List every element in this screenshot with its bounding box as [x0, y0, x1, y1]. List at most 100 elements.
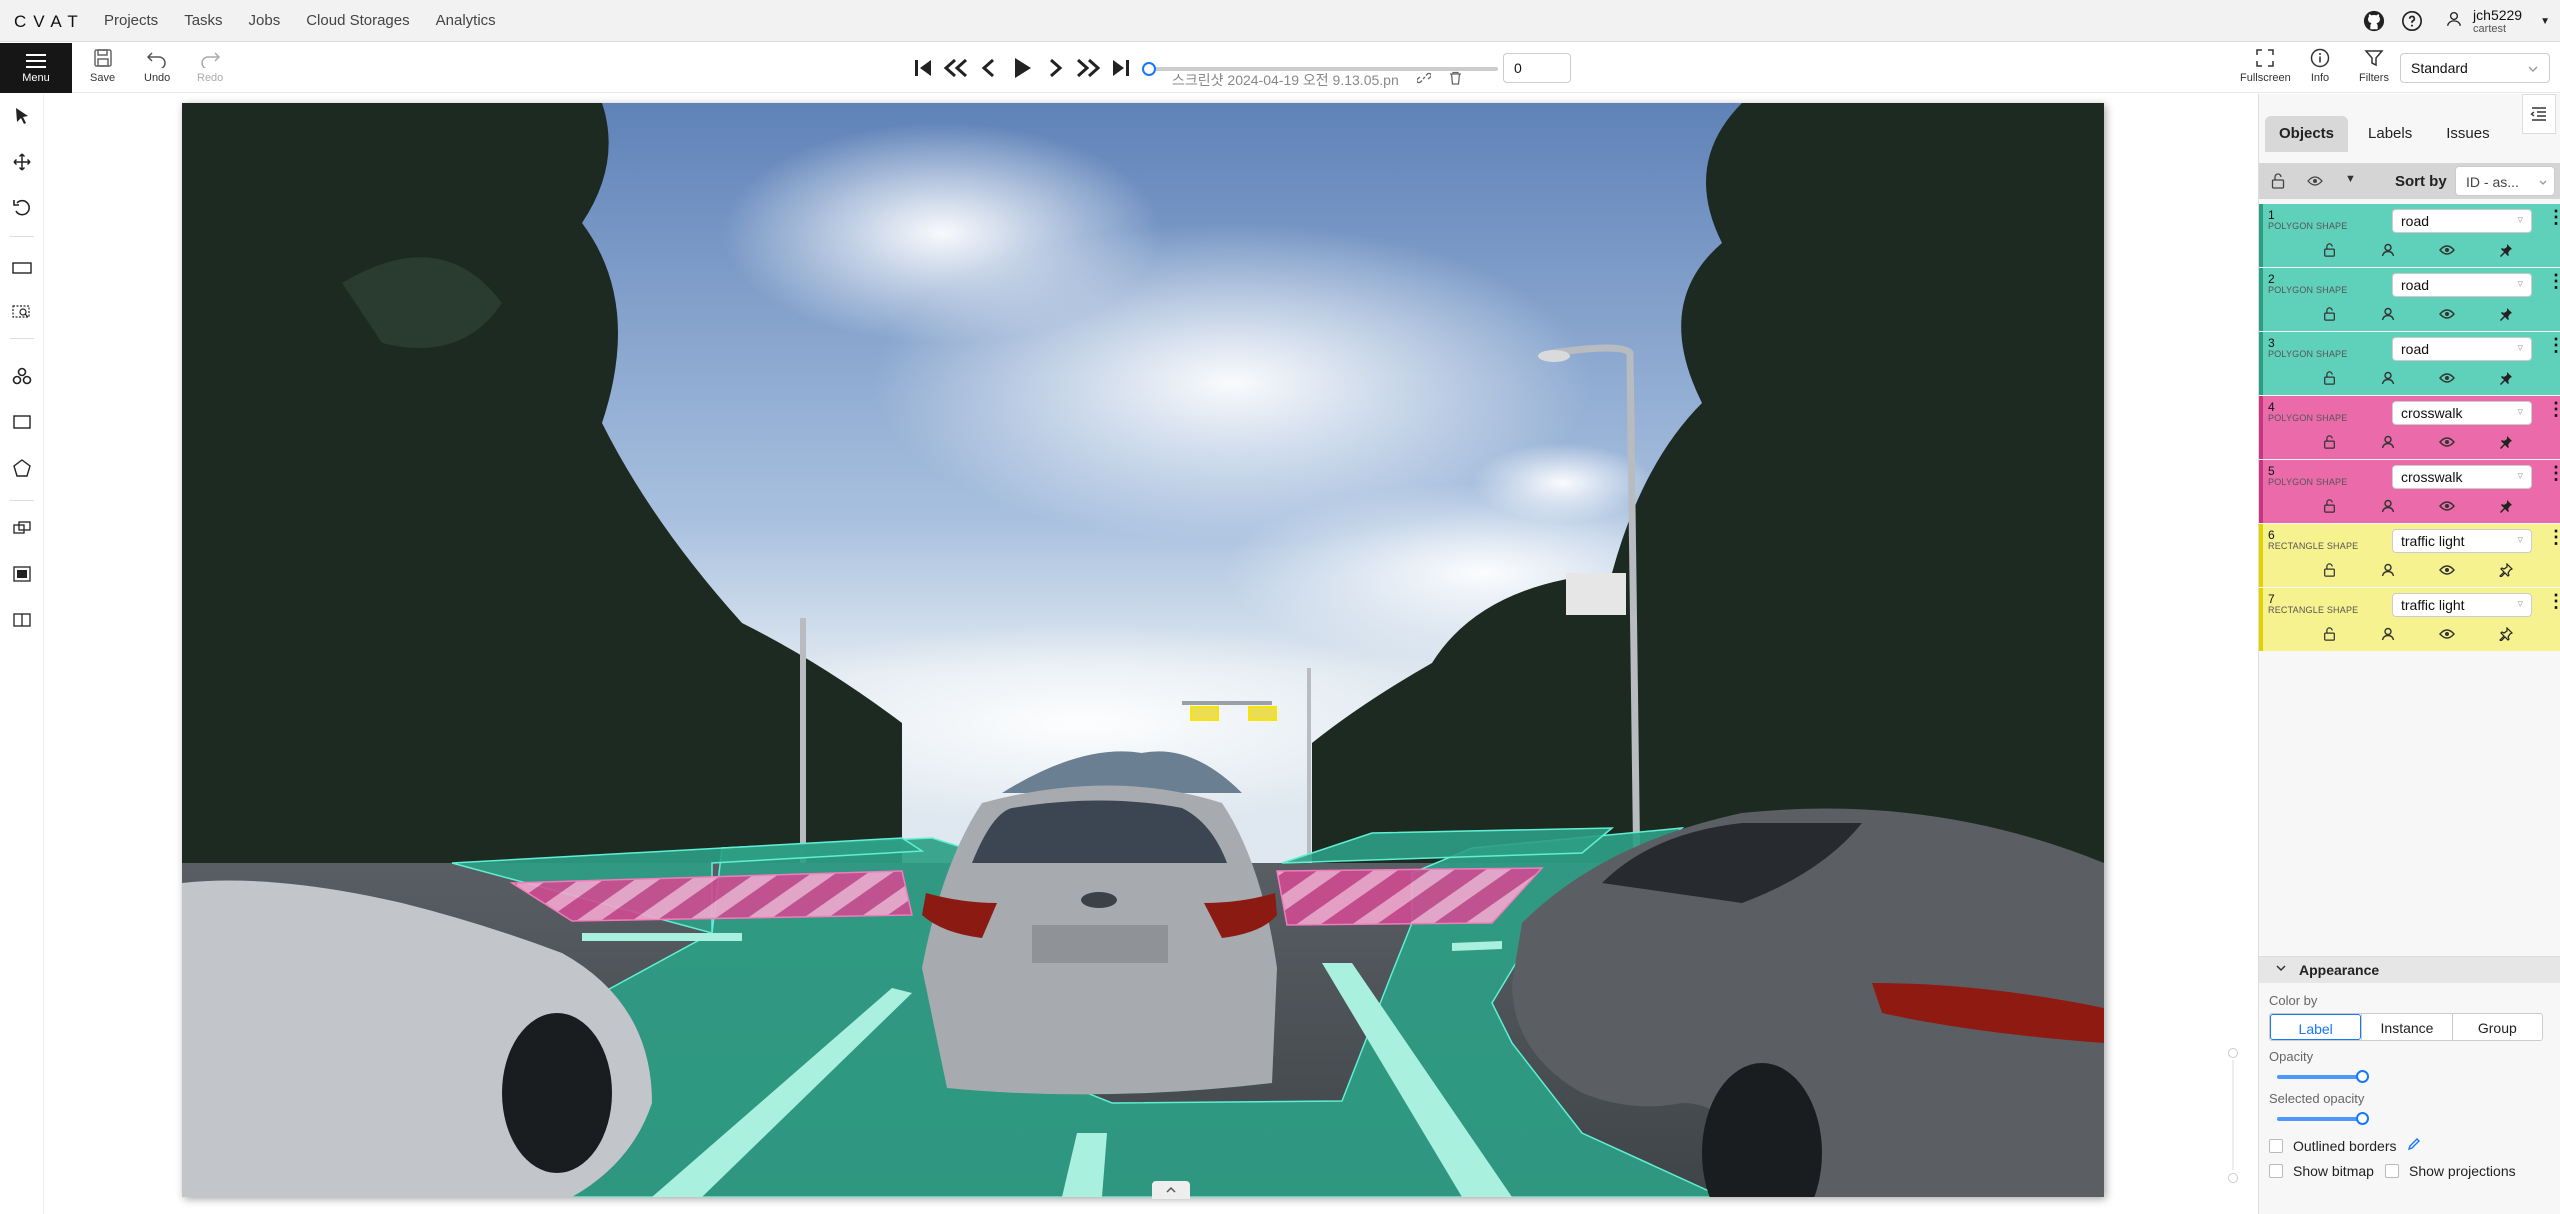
last-frame-button[interactable]	[1106, 53, 1136, 83]
object-label-select[interactable]: traffic light ▿	[2392, 593, 2532, 617]
lock-icon[interactable]	[2321, 434, 2337, 450]
more-vertical-icon[interactable]: ⋮	[2547, 272, 2560, 290]
eye-icon[interactable]	[2439, 306, 2455, 322]
occluded-user-icon[interactable]	[2380, 626, 2396, 642]
nav-projects[interactable]: Projects	[104, 12, 158, 29]
selected-opacity-slider[interactable]	[2277, 1112, 2369, 1126]
github-icon[interactable]	[2361, 8, 2387, 34]
eye-icon[interactable]	[2439, 434, 2455, 450]
backward-step-button[interactable]	[941, 53, 971, 83]
more-vertical-icon[interactable]: ⋮	[2547, 208, 2560, 226]
draw-rectangle-tool[interactable]	[8, 408, 36, 436]
object-label-select[interactable]: crosswalk ▿	[2392, 465, 2532, 489]
eye-icon[interactable]	[2439, 370, 2455, 386]
object-label-select[interactable]: traffic light ▿	[2392, 529, 2532, 553]
occluded-user-icon[interactable]	[2380, 242, 2396, 258]
lock-icon[interactable]	[2321, 306, 2337, 322]
fullscreen-button[interactable]: Fullscreen	[2240, 48, 2291, 84]
forward-step-button[interactable]	[1073, 53, 1103, 83]
eye-icon[interactable]	[2439, 562, 2455, 578]
zoom-region-tool[interactable]	[8, 298, 36, 326]
draw-polygon-tool[interactable]	[8, 454, 36, 482]
more-vertical-icon[interactable]: ⋮	[2547, 336, 2560, 354]
collapse-sidebar-button[interactable]	[2522, 94, 2556, 134]
delete-frame-icon[interactable]	[1449, 71, 1462, 88]
object-card[interactable]: 4 POLYGON SHAPE crosswalk ▿ ⋮	[2259, 396, 2560, 459]
pin-icon[interactable]	[2498, 626, 2514, 642]
object-label-select[interactable]: road ▿	[2392, 337, 2532, 361]
copy-link-icon[interactable]	[1415, 72, 1435, 88]
more-vertical-icon[interactable]: ⋮	[2547, 592, 2560, 610]
info-button[interactable]: Info	[2310, 48, 2330, 84]
lock-all-icon[interactable]	[2271, 173, 2285, 194]
ai-tools[interactable]	[8, 362, 36, 390]
frame-number-input[interactable]: 0	[1503, 53, 1571, 83]
nav-tasks[interactable]: Tasks	[184, 12, 222, 29]
cursor-tool[interactable]	[8, 102, 36, 130]
nav-analytics[interactable]: Analytics	[436, 12, 496, 29]
nav-jobs[interactable]: Jobs	[249, 12, 281, 29]
tab-issues[interactable]: Issues	[2432, 116, 2503, 152]
pin-icon[interactable]	[2498, 306, 2514, 322]
move-tool[interactable]	[8, 148, 36, 176]
tab-objects[interactable]: Objects	[2265, 116, 2349, 152]
play-button[interactable]	[1007, 53, 1037, 83]
pin-icon[interactable]	[2498, 562, 2514, 578]
lock-icon[interactable]	[2321, 498, 2337, 514]
object-card[interactable]: 1 POLYGON SHAPE road ▿ ⋮	[2259, 204, 2560, 267]
zoom-rail[interactable]	[2228, 1046, 2238, 1186]
object-label-select[interactable]: road ▿	[2392, 273, 2532, 297]
frame-slider-handle[interactable]	[1142, 62, 1156, 76]
first-frame-button[interactable]	[908, 53, 938, 83]
more-vertical-icon[interactable]: ⋮	[2547, 400, 2560, 418]
split-tool[interactable]	[8, 606, 36, 634]
pin-icon[interactable]	[2498, 242, 2514, 258]
menu-button[interactable]: Menu	[0, 43, 72, 93]
pin-icon[interactable]	[2498, 434, 2514, 450]
show-all-icon[interactable]	[2307, 174, 2323, 192]
more-vertical-icon[interactable]: ⋮	[2547, 528, 2560, 546]
color-by-group-option[interactable]: Group	[2451, 1014, 2542, 1040]
annotation-canvas[interactable]	[182, 103, 2104, 1214]
color-by-instance-option[interactable]: Instance	[2361, 1014, 2451, 1040]
undo-button[interactable]: Undo	[144, 48, 170, 84]
occluded-user-icon[interactable]	[2380, 306, 2396, 322]
workspace-select[interactable]: Standard	[2400, 53, 2550, 83]
selected-opacity-handle[interactable]	[2356, 1112, 2369, 1125]
lock-icon[interactable]	[2321, 626, 2337, 642]
caret-down-icon[interactable]: ▼	[2345, 173, 2356, 185]
cvat-logo[interactable]: CVAT	[14, 12, 85, 32]
opacity-handle[interactable]	[2356, 1070, 2369, 1083]
traffic-light-box-7[interactable]	[1248, 706, 1277, 721]
fit-image-tool[interactable]	[8, 254, 36, 282]
show-bitmap-checkbox[interactable]: Show bitmap	[2269, 1163, 2374, 1179]
group-tool[interactable]	[8, 560, 36, 588]
rotate-tool[interactable]	[8, 194, 36, 222]
show-projections-checkbox[interactable]: Show projections	[2385, 1163, 2516, 1179]
object-card[interactable]: 2 POLYGON SHAPE road ▿ ⋮	[2259, 268, 2560, 331]
object-card[interactable]: 6 RECTANGLE SHAPE traffic light ▿ ⋮	[2259, 524, 2560, 587]
merge-tool[interactable]	[8, 514, 36, 542]
help-icon[interactable]	[2399, 8, 2425, 34]
checkbox-box[interactable]	[2385, 1164, 2399, 1178]
eye-icon[interactable]	[2439, 242, 2455, 258]
previous-frame-button[interactable]	[974, 53, 1004, 83]
expand-bottom-panel[interactable]	[1152, 1181, 1190, 1199]
outlined-borders-checkbox[interactable]: Outlined borders	[2269, 1137, 2421, 1154]
object-card[interactable]: 3 POLYGON SHAPE road ▿ ⋮	[2259, 332, 2560, 395]
filters-button[interactable]: Filters	[2359, 48, 2389, 84]
checkbox-box[interactable]	[2269, 1164, 2283, 1178]
occluded-user-icon[interactable]	[2380, 498, 2396, 514]
color-by-label-option[interactable]: Label	[2270, 1014, 2362, 1040]
eye-icon[interactable]	[2439, 498, 2455, 514]
occluded-user-icon[interactable]	[2380, 370, 2396, 386]
next-frame-button[interactable]	[1040, 53, 1070, 83]
object-card[interactable]: 5 POLYGON SHAPE crosswalk ▿ ⋮	[2259, 460, 2560, 523]
more-vertical-icon[interactable]: ⋮	[2547, 464, 2560, 482]
lock-icon[interactable]	[2321, 562, 2337, 578]
pin-icon[interactable]	[2498, 370, 2514, 386]
pin-icon[interactable]	[2498, 498, 2514, 514]
pencil-icon[interactable]	[2407, 1137, 2421, 1154]
tab-labels[interactable]: Labels	[2354, 116, 2426, 152]
redo-button[interactable]: Redo	[197, 48, 223, 84]
